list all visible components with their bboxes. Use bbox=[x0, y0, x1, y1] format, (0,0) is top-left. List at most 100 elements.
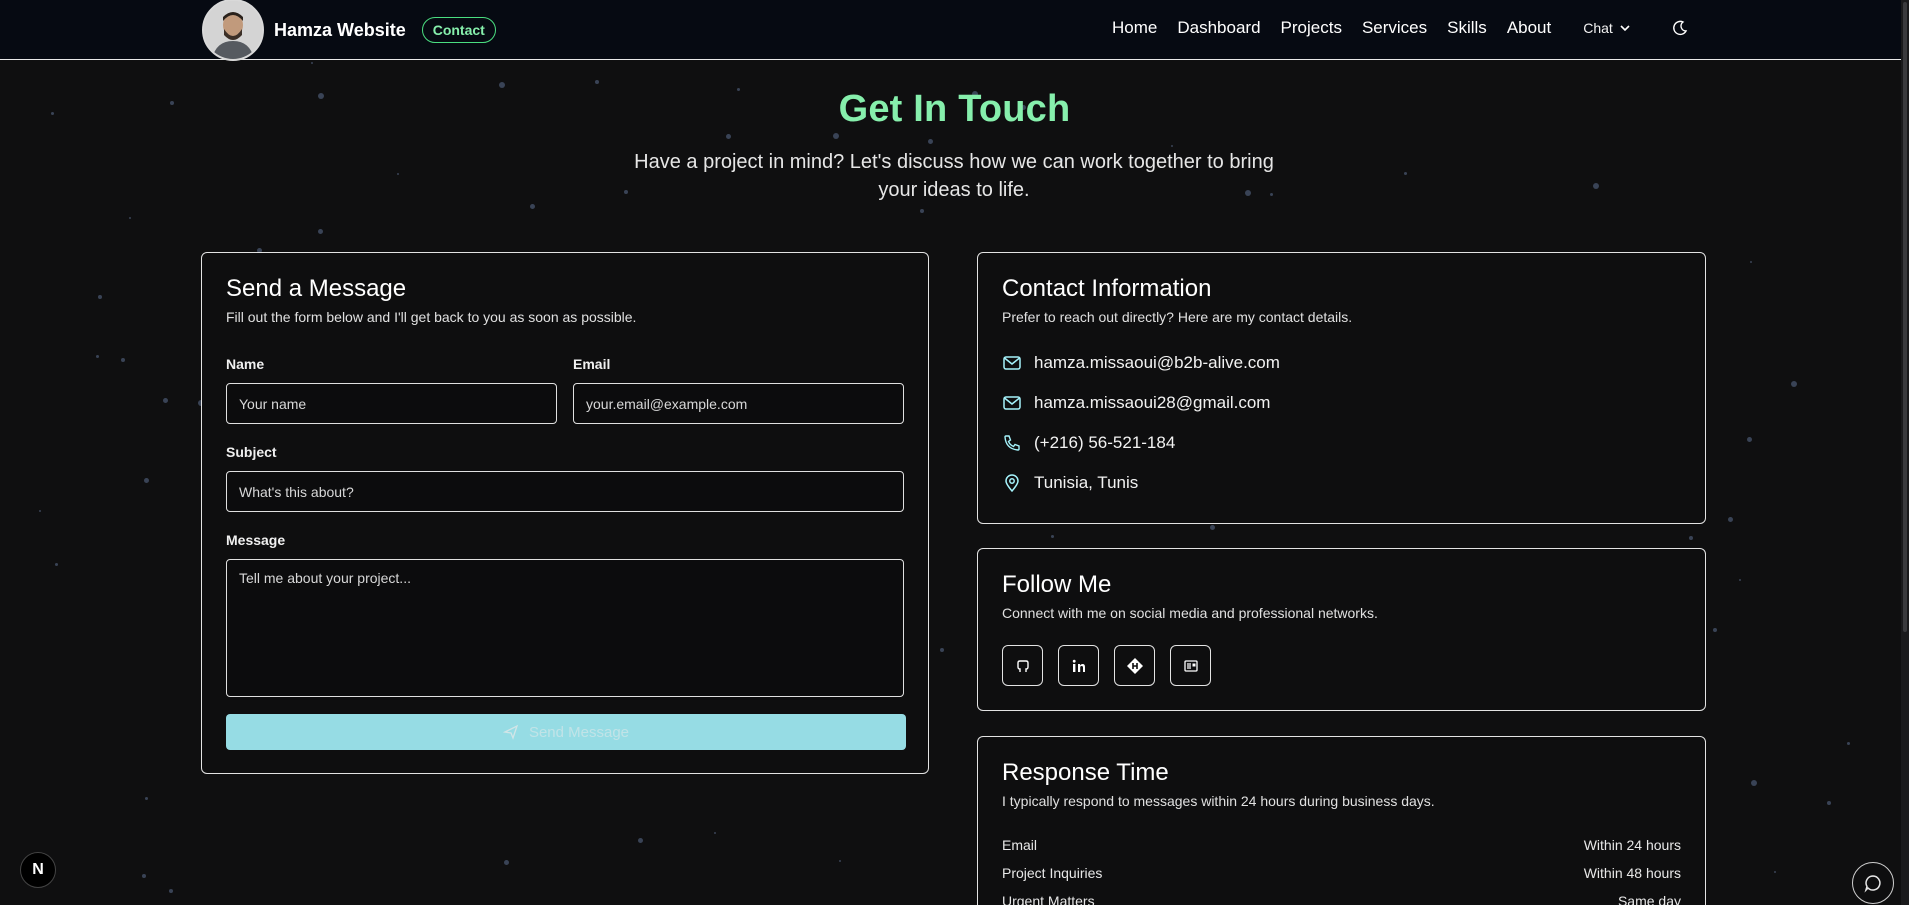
map-pin-icon bbox=[1002, 473, 1022, 493]
star-dot bbox=[39, 510, 41, 512]
page-title: Get In Touch bbox=[838, 88, 1071, 130]
star-dot bbox=[1791, 381, 1797, 387]
blog-link[interactable] bbox=[1170, 645, 1211, 686]
star-dot bbox=[1728, 517, 1733, 522]
subject-field[interactable]: What's this about? bbox=[226, 471, 904, 512]
github-icon bbox=[1016, 659, 1029, 672]
nextjs-badge[interactable]: N bbox=[20, 852, 56, 888]
follow-title: Follow Me bbox=[1002, 571, 1112, 598]
star-dot bbox=[1774, 871, 1776, 873]
star-dot bbox=[1751, 780, 1757, 786]
star-dot bbox=[928, 139, 933, 144]
follow-description: Connect with me on social media and prof… bbox=[1002, 605, 1378, 621]
star-dot bbox=[839, 860, 841, 862]
scrollbar-thumb[interactable] bbox=[1903, 2, 1907, 632]
star-dot bbox=[397, 173, 399, 175]
contact-email-personal[interactable]: hamza.missaoui28@gmail.com bbox=[1002, 383, 1681, 423]
star-dot bbox=[163, 398, 168, 403]
form-description: Fill out the form below and I'll get bac… bbox=[226, 309, 637, 325]
star-dot bbox=[940, 648, 944, 652]
linkedin-link[interactable] bbox=[1058, 645, 1099, 686]
star-dot bbox=[145, 797, 148, 800]
name-field[interactable]: Your name bbox=[226, 383, 557, 424]
star-dot bbox=[98, 295, 102, 299]
contact-email-work[interactable]: hamza.missaoui@b2b-alive.com bbox=[1002, 343, 1681, 383]
star-dot bbox=[833, 133, 839, 139]
star-dot bbox=[96, 355, 99, 358]
response-row-label: Project Inquiries bbox=[1002, 865, 1103, 881]
email-field[interactable]: your.email@example.com bbox=[573, 383, 904, 424]
chat-bubble-button[interactable] bbox=[1852, 862, 1894, 904]
star-dot bbox=[121, 358, 125, 362]
nav-projects[interactable]: Projects bbox=[1281, 18, 1342, 38]
send-message-label: Send Message bbox=[528, 723, 630, 741]
mail-icon bbox=[1002, 353, 1022, 373]
star-dot bbox=[1051, 535, 1054, 538]
star-dot bbox=[638, 838, 643, 843]
contact-email-work-text: hamza.missaoui@b2b-alive.com bbox=[1034, 353, 1280, 372]
star-dot bbox=[1750, 261, 1752, 263]
star-dot bbox=[530, 204, 535, 209]
name-label: Name bbox=[226, 356, 265, 372]
star-dot bbox=[1847, 742, 1850, 745]
contact-phone[interactable]: (+216) 56-521-184 bbox=[1002, 423, 1681, 463]
star-dot bbox=[1404, 172, 1407, 175]
star-dot bbox=[1713, 628, 1717, 632]
star-dot bbox=[1593, 183, 1599, 189]
star-dot bbox=[144, 478, 149, 483]
star-dot bbox=[169, 889, 173, 893]
form-title: Send a Message bbox=[226, 275, 407, 302]
github-link[interactable] bbox=[1002, 645, 1043, 686]
star-dot bbox=[1827, 801, 1831, 805]
star-dot bbox=[504, 860, 509, 865]
avatar bbox=[202, 0, 264, 61]
subject-label: Subject bbox=[226, 444, 277, 460]
nav-home[interactable]: Home bbox=[1112, 18, 1157, 38]
contact-info-title: Contact Information bbox=[1002, 275, 1212, 302]
star-dot bbox=[318, 229, 323, 234]
mail-icon bbox=[1002, 393, 1022, 413]
contact-email-personal-text: hamza.missaoui28@gmail.com bbox=[1034, 393, 1271, 412]
linkedin-icon bbox=[1072, 659, 1085, 672]
chat-label: Chat bbox=[1583, 20, 1613, 36]
follow-card: Follow Me Connect with me on social medi… bbox=[977, 548, 1706, 711]
chat-dropdown[interactable]: Chat bbox=[1583, 20, 1631, 36]
contact-form-card: Send a Message Fill out the form below a… bbox=[201, 252, 929, 774]
star-dot bbox=[1747, 437, 1752, 442]
moon-icon[interactable] bbox=[1671, 19, 1689, 37]
response-row-value: Within 24 hours bbox=[1583, 837, 1681, 853]
nav-about[interactable]: About bbox=[1507, 18, 1551, 38]
brand[interactable]: Hamza Website Contact bbox=[202, 0, 496, 61]
star-dot bbox=[1171, 145, 1173, 147]
chevron-down-icon bbox=[1620, 25, 1630, 32]
response-row-urgent: Urgent Matters Same day bbox=[1002, 887, 1681, 905]
star-dot bbox=[714, 832, 716, 834]
email-label: Email bbox=[573, 356, 611, 372]
blog-icon bbox=[1183, 659, 1198, 672]
star-dot bbox=[129, 217, 131, 219]
nav-dashboard[interactable]: Dashboard bbox=[1177, 18, 1260, 38]
nav-skills[interactable]: Skills bbox=[1447, 18, 1487, 38]
response-row-email: Email Within 24 hours bbox=[1002, 831, 1681, 859]
contact-info-description: Prefer to reach out directly? Here are m… bbox=[1002, 309, 1353, 325]
star-dot bbox=[311, 62, 313, 64]
message-label: Message bbox=[226, 532, 286, 548]
send-icon bbox=[502, 724, 519, 740]
response-title: Response Time bbox=[1002, 759, 1169, 786]
star-dot bbox=[142, 874, 146, 878]
star-dot bbox=[1689, 536, 1693, 540]
contact-info-card: Contact Information Prefer to reach out … bbox=[977, 252, 1706, 524]
hashnode-icon bbox=[1126, 657, 1143, 674]
response-row-value: Within 48 hours bbox=[1583, 865, 1681, 881]
site-header: Hamza Website Contact Home Dashboard Pro… bbox=[0, 0, 1909, 61]
response-row-label: Urgent Matters bbox=[1002, 893, 1095, 905]
contact-location-text: Tunisia, Tunis bbox=[1034, 473, 1139, 492]
message-textarea[interactable]: Tell me about your project... bbox=[226, 559, 904, 697]
hashnode-link[interactable] bbox=[1114, 645, 1155, 686]
response-row-value: Same day bbox=[1617, 893, 1681, 905]
brand-name: Hamza Website bbox=[274, 19, 406, 40]
star-dot bbox=[595, 80, 599, 84]
send-message-button[interactable]: Send Message bbox=[226, 714, 906, 750]
star-dot bbox=[1210, 525, 1215, 530]
nav-services[interactable]: Services bbox=[1362, 18, 1427, 38]
